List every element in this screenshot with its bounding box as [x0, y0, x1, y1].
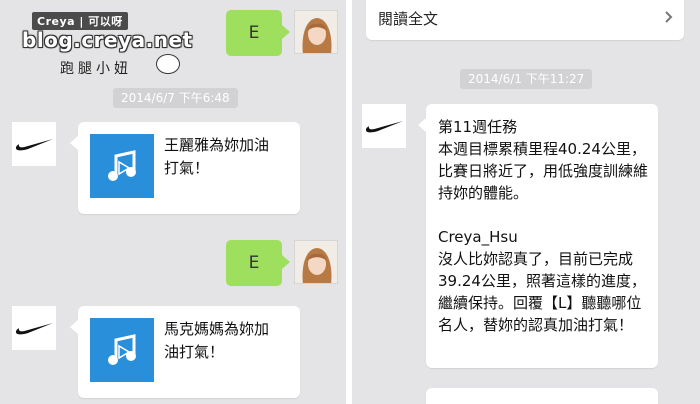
- nike-avatar[interactable]: [12, 306, 56, 350]
- watermark-subtitle: 跑腿小妞: [60, 61, 132, 77]
- user-avatar-image: [295, 11, 337, 53]
- read-full-text-row[interactable]: 閱讀全文: [366, 0, 684, 40]
- read-full-text-label: 閱讀全文: [378, 10, 439, 28]
- message-bubble[interactable]: 第11週任務 本週目標累積里程40.24公里，比賽日將近了，用低強度訓練維持妳的…: [418, 104, 658, 368]
- chevron-right-icon: [665, 11, 673, 23]
- nike-avatar[interactable]: [12, 122, 56, 166]
- chat-pane-left: Creya | 可以呀 blog.creya.net 跑腿小妞 E 2014/6…: [0, 0, 346, 404]
- message-card-title: 王麗雅為妳加油打氣！: [164, 136, 270, 177]
- nike-avatar[interactable]: [362, 104, 406, 148]
- music-note-icon: [108, 334, 136, 365]
- nike-swoosh-icon: [366, 121, 403, 133]
- music-note-icon: [108, 150, 136, 181]
- message-text: 第11週任務 本週目標累積里程40.24公里，比賽日將近了，用低強度訓練維持妳的…: [438, 118, 649, 334]
- my-message-bubble[interactable]: E: [226, 10, 290, 56]
- music-tile[interactable]: [90, 318, 154, 382]
- my-message-text: E: [248, 253, 260, 273]
- my-message-text: E: [248, 23, 260, 43]
- nike-swoosh-icon: [16, 139, 53, 151]
- nike-swoosh-icon: [16, 323, 53, 335]
- chat-pane-right: 閱讀全文 2014/6/1 下午11:27 第11週任務 本週目標累積里程40.…: [352, 0, 700, 404]
- music-tile[interactable]: [90, 134, 154, 198]
- watermark: Creya | 可以呀 blog.creya.net 跑腿小妞: [8, 8, 192, 80]
- user-avatar-image: [295, 241, 337, 283]
- message-card-title: 馬克媽媽為妳加油打氣！: [164, 320, 270, 361]
- message-card[interactable]: 馬克媽媽為妳加油打氣！: [70, 306, 300, 398]
- doodle-face-icon: [156, 54, 180, 74]
- my-message-bubble[interactable]: E: [226, 240, 290, 286]
- message-bubble-partial[interactable]: [426, 388, 658, 404]
- message-card[interactable]: 王麗雅為妳加油打氣！: [70, 122, 300, 214]
- user-avatar[interactable]: [294, 10, 338, 54]
- timestamp: 2014/6/7 下午6:48: [113, 88, 238, 108]
- user-avatar[interactable]: [294, 240, 338, 284]
- timestamp: 2014/6/1 下午11:27: [460, 69, 593, 89]
- watermark-url: blog.creya.net: [22, 28, 193, 52]
